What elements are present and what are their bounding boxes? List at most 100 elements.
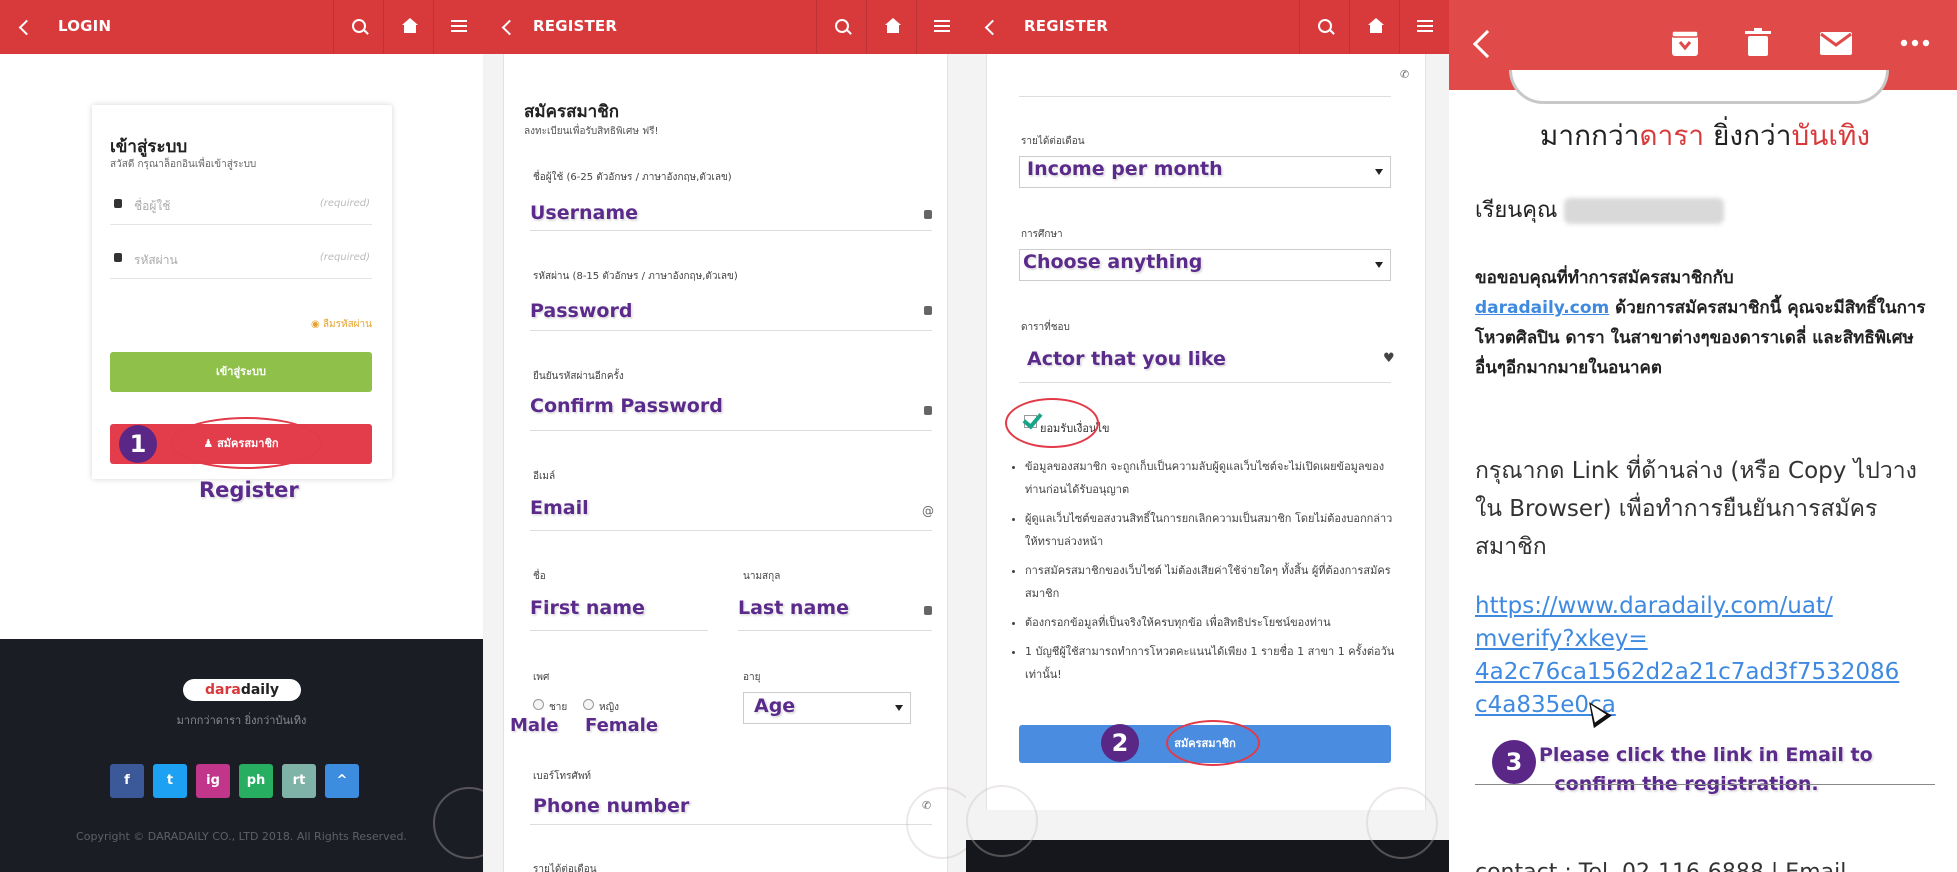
menu-icon[interactable] — [916, 0, 966, 54]
twitter-icon[interactable]: t — [153, 764, 187, 798]
phone-icon[interactable]: ph — [239, 764, 273, 798]
menu-icon[interactable] — [1399, 0, 1449, 54]
search-icon[interactable] — [333, 0, 383, 54]
thanks-text: ขอขอบคุณที่ทำการสมัครสมาชิกกับ — [1475, 268, 1734, 288]
lock-icon — [924, 306, 932, 315]
facebook-icon[interactable]: f — [110, 764, 144, 798]
logo-dara: dara — [204, 682, 241, 698]
actor-field[interactable] — [1019, 382, 1391, 383]
annotation-phone: Phone number — [533, 795, 690, 817]
greeting-text: เรียนคุณ — [1475, 198, 1558, 223]
annotation-email: Email — [530, 497, 589, 519]
email-instruction: กรุณากด Link ที่ด้านล่าง (หรือ Copy ไปวา… — [1475, 458, 1917, 560]
footer-tagline: มากกว่าดารา ยิ่งกว่าบันเทิง — [176, 714, 307, 727]
eye-icon: ◉ — [310, 319, 323, 330]
site-footer: daradaily มากกว่าดารา ยิ่งกว่าบันเทิง f … — [0, 639, 483, 872]
scroll-top-icon[interactable]: ^ — [325, 764, 359, 798]
lastname-field[interactable] — [738, 630, 932, 631]
login-title: เข้าสู่ระบบ — [110, 137, 188, 157]
back-icon[interactable] — [1472, 29, 1502, 59]
register-topbar: REGISTER — [483, 0, 966, 54]
phone-field[interactable] — [530, 824, 932, 825]
confirm-password-field[interactable] — [530, 430, 932, 431]
home-icon[interactable] — [383, 0, 433, 54]
at-icon: @ — [922, 504, 934, 518]
home-icon[interactable] — [1349, 0, 1399, 54]
highlight-ring — [1166, 720, 1260, 766]
female-radio[interactable] — [583, 699, 594, 710]
watermark-logo — [1366, 787, 1438, 859]
terms-item: ผู้ดูแลเว็บไซต์ขอสงวนสิทธิ์ในการยกเลิกคว… — [1025, 507, 1400, 553]
archive-icon[interactable] — [1671, 28, 1699, 58]
login-subtitle: สวัสดี กรุณาล็อกอินเพื่อเข้าสู่ระบบ — [110, 159, 257, 170]
verify-link-line[interactable]: c4a835e0ca — [1475, 689, 1935, 722]
male-radio[interactable] — [533, 699, 544, 710]
instagram-icon[interactable]: ig — [196, 764, 230, 798]
terms-item: ข้อมูลของสมาชิก จะถูกเก็บเป็นความลับผู้ด… — [1025, 455, 1400, 501]
actor-label: ดาราที่ชอบ — [1021, 322, 1070, 333]
username-placeholder: ชื่อผู้ใช้ — [134, 199, 171, 213]
page-title: REGISTER — [533, 17, 618, 35]
register-panel-2: REGISTER ✆ รายได้ต่อเดือน Income per mon… — [966, 0, 1449, 872]
user-icon — [114, 199, 122, 208]
email-label: อีเมล์ — [533, 471, 556, 482]
annotation-username: Username — [530, 202, 639, 224]
back-icon[interactable] — [982, 14, 1002, 38]
search-icon[interactable] — [816, 0, 866, 54]
tagline-part: มากกว่า — [1539, 119, 1640, 152]
email-greeting: เรียนคุณ — [1475, 192, 1935, 227]
watermark-logo — [966, 785, 1038, 857]
verify-link-line[interactable]: https://www.daradaily.com/uat/ — [1475, 590, 1935, 623]
forgot-password-link[interactable]: ◉ ลืมรหัสผ่าน — [311, 317, 372, 332]
username-input[interactable]: ชื่อผู้ใช้ (required) — [110, 185, 372, 225]
annotation-female: Female — [585, 715, 659, 736]
mail-icon[interactable] — [1819, 28, 1853, 58]
email-panel: มากกว่าดารา ยิ่งกว่าบันเทิง เรียนคุณ ขอข… — [1449, 0, 1957, 872]
female-label: หญิง — [599, 702, 619, 713]
username-label: ชื่อผู้ใช้ (6-25 ตัวอักษร / ภาษาอังกฤษ,ต… — [533, 172, 732, 183]
home-icon[interactable] — [866, 0, 916, 54]
income-label-partial: รายได้ต่อเดือน — [533, 864, 597, 872]
retweet-icon[interactable]: rt — [282, 764, 316, 798]
back-icon[interactable] — [499, 14, 519, 38]
male-label: ชาย — [549, 702, 568, 713]
required-hint: (required) — [319, 198, 370, 209]
required-hint: (required) — [319, 252, 370, 263]
verify-link-line[interactable]: mverify?xkey= — [1475, 623, 1935, 656]
search-icon[interactable] — [1299, 0, 1349, 54]
highlight-ring — [1005, 398, 1099, 448]
password-input[interactable]: รหัสผ่าน (required) — [110, 239, 372, 279]
firstname-field[interactable] — [530, 630, 708, 631]
heart-icon: ♥ — [1383, 351, 1395, 366]
email-thanks: ขอขอบคุณที่ทำการสมัครสมาชิกกับ daradaily.… — [1475, 263, 1935, 383]
income-label: รายได้ต่อเดือน — [1021, 136, 1085, 147]
trash-icon[interactable] — [1744, 28, 1772, 58]
more-icon[interactable] — [1900, 28, 1930, 58]
login-topbar: LOGIN — [0, 0, 483, 54]
email-tagline: มากกว่าดารา ยิ่งกว่าบันเทิง — [1475, 114, 1935, 158]
forgot-label: ลืมรหัสผ่าน — [322, 319, 372, 330]
menu-icon[interactable] — [433, 0, 483, 54]
password-field[interactable] — [530, 330, 932, 331]
step-badge-1: 1 — [119, 425, 157, 463]
phone-label: เบอร์โทรศัพท์ — [533, 771, 592, 782]
annotation-education: Choose anything — [1023, 251, 1203, 273]
login-button[interactable]: เข้าสู่ระบบ — [110, 352, 372, 392]
chevron-down-icon — [1375, 169, 1383, 175]
user-icon — [924, 210, 932, 219]
phone-field[interactable] — [1019, 96, 1391, 97]
note-line: Please click the link in Email to — [1539, 744, 1873, 766]
terms-list: ข้อมูลของสมาชิก จะถูกเก็บเป็นความลับผู้ด… — [1025, 455, 1400, 692]
user-icon — [924, 606, 932, 615]
email-field[interactable] — [530, 530, 932, 531]
chevron-down-icon — [1375, 262, 1383, 268]
step-badge-3: 3 — [1492, 740, 1536, 784]
logo-daily: daily — [240, 682, 280, 698]
back-icon[interactable] — [16, 14, 36, 38]
username-field[interactable] — [530, 230, 932, 231]
register-topbar: REGISTER — [966, 0, 1449, 54]
daradaily-link[interactable]: daradaily.com — [1475, 298, 1609, 318]
verify-link-line[interactable]: 4a2c76ca1562d2a21c7ad3f7532086 — [1475, 656, 1935, 689]
verify-link[interactable]: https://www.daradaily.com/uat/ mverify?x… — [1475, 590, 1935, 722]
age-label: อายุ — [743, 672, 761, 683]
